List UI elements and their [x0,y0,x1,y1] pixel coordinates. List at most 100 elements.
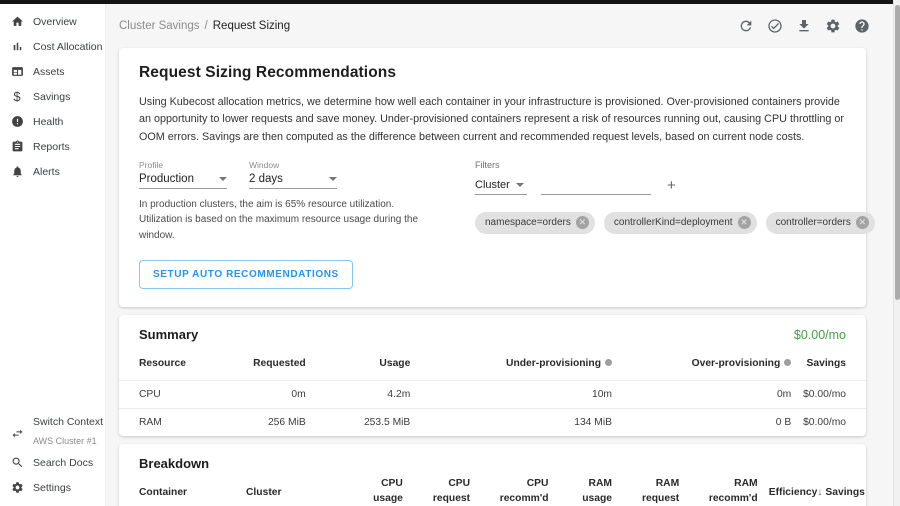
col-usage: Usage [306,346,411,380]
sidebar-item-label: Cost Allocation [33,41,102,53]
refresh-icon[interactable] [738,18,754,34]
chevron-down-icon [329,177,337,181]
topbar: Cluster Savings / Request Sizing [107,4,894,48]
chip-label: controllerKind=deployment [614,217,733,228]
clipboard-icon [10,140,24,154]
col-savings-sort[interactable]: ↓Savings [817,475,866,506]
sidebar-item-assets[interactable]: Assets [0,59,105,84]
settings-button[interactable]: Settings [0,475,105,500]
chevron-down-icon [219,177,227,181]
filter-type-select[interactable]: Cluster [475,179,527,195]
sidebar-item-label: Overview [33,16,77,28]
profile-select[interactable]: Production [139,173,227,189]
scrollbar-thumb[interactable] [895,5,900,300]
chip-delete-icon[interactable]: ✕ [738,216,751,229]
filter-chips: namespace=orders ✕ controllerKind=deploy… [475,212,875,234]
sidebar: Overview Cost Allocation Assets $ Saving… [0,4,106,506]
summary-header-row: Resource Requested Usage Under-provision… [119,346,866,380]
download-icon[interactable] [796,18,812,34]
current-cluster-label: AWS Cluster #1 [33,436,97,446]
add-filter-button[interactable]: + [665,178,678,195]
sidebar-item-label: Health [33,116,63,128]
setup-auto-recommendations-button[interactable]: SETUP AUTO RECOMMENDATIONS [139,260,353,289]
filter-chip[interactable]: controller=orders ✕ [766,212,875,234]
switch-context-button[interactable]: Switch Context AWS Cluster #1 [0,416,105,450]
request-sizing-card: Request Sizing Recommendations Using Kub… [119,48,866,307]
window-label: Window [249,160,337,170]
profile-select-value: Production [139,173,194,185]
filter-type-value: Cluster [475,179,510,191]
breakdown-table: Container Cluster CPUusage CPUrequest CP… [119,475,866,506]
col-cpu-request[interactable]: CPUrequest [403,475,470,506]
scrollbar[interactable] [893,0,900,506]
chip-delete-icon[interactable]: ✕ [856,216,869,229]
breadcrumb-parent[interactable]: Cluster Savings [119,20,200,32]
search-docs-button[interactable]: Search Docs [0,450,105,475]
col-resource: Resource [119,346,216,380]
sidebar-item-label: Reports [33,141,70,153]
breakdown-card: Breakdown Container Cluster CPUusage CPU… [119,444,866,506]
settings-label: Settings [33,482,71,494]
check-circle-icon[interactable] [767,18,783,34]
sidebar-footer: Switch Context AWS Cluster #1 Search Doc… [0,416,105,506]
switch-context-label: Switch Context [33,416,103,429]
col-ram-recommended[interactable]: RAMrecomm'd [679,475,757,506]
main-area: Cluster Savings / Request Sizing Request… [107,4,894,506]
window-select[interactable]: 2 days [249,173,337,189]
sidebar-item-health[interactable]: Health [0,109,105,134]
col-cpu-recommended[interactable]: CPUrecomm'd [470,475,548,506]
sidebar-item-label: Assets [33,66,65,78]
breakdown-header-row: Container Cluster CPUusage CPUrequest CP… [119,475,866,506]
col-savings: Savings [791,346,866,380]
col-cpu-usage[interactable]: CPUusage [343,475,403,506]
summary-row-cpu[interactable]: CPU 0m 4.2m 10m 0m $0.00/mo [119,380,866,408]
col-requested: Requested [216,346,306,380]
summary-total-savings: $0.00/mo [794,328,846,342]
chip-delete-icon[interactable]: ✕ [576,216,589,229]
search-icon [10,456,24,470]
breadcrumb-current: Request Sizing [213,20,290,32]
bar-chart-icon [10,40,24,54]
profile-helper-text: In production clusters, the aim is 65% r… [139,197,439,244]
sort-descending-icon: ↓ [817,487,822,498]
bell-icon [10,165,24,179]
breakdown-title: Breakdown [139,456,209,471]
summary-row-ram[interactable]: RAM 256 MiB 253.5 MiB 134 MiB 0 B $0.00/… [119,408,866,436]
assets-grid-icon [10,65,24,79]
col-ram-usage[interactable]: RAMusage [549,475,612,506]
sidebar-item-label: Alerts [33,166,60,178]
page-title: Request Sizing Recommendations [139,64,846,82]
home-icon [10,15,24,29]
breadcrumb: Cluster Savings / Request Sizing [119,20,290,32]
content: Request Sizing Recommendations Using Kub… [107,48,894,506]
sidebar-item-savings[interactable]: $ Savings [0,84,105,109]
topbar-actions [738,18,878,34]
summary-title: Summary [139,327,198,342]
gear-icon [10,481,24,495]
sidebar-item-reports[interactable]: Reports [0,134,105,159]
settings-gear-icon[interactable] [825,18,841,34]
info-icon[interactable] [605,359,612,366]
summary-table: Resource Requested Usage Under-provision… [119,346,866,436]
sidebar-item-cost-allocation[interactable]: Cost Allocation [0,34,105,59]
col-efficiency[interactable]: Efficiency [758,475,818,506]
sidebar-item-overview[interactable]: Overview [0,9,105,34]
summary-card: Summary $0.00/mo Resource Requested Usag… [119,315,866,436]
breadcrumb-separator: / [205,20,208,32]
col-under-provisioning: Under-provisioning [410,346,612,380]
help-icon[interactable] [854,18,870,34]
filter-chip[interactable]: controllerKind=deployment ✕ [604,212,757,234]
chevron-down-icon [516,183,524,187]
info-icon[interactable] [784,359,791,366]
dollar-icon: $ [10,90,24,104]
search-docs-label: Search Docs [33,457,93,469]
chip-label: controller=orders [776,217,851,228]
col-ram-request[interactable]: RAMrequest [612,475,679,506]
sidebar-nav-list: Overview Cost Allocation Assets $ Saving… [0,4,105,184]
swap-arrows-icon [10,426,24,440]
window-select-value: 2 days [249,173,283,185]
filter-value-input[interactable] [541,178,651,195]
sidebar-item-alerts[interactable]: Alerts [0,159,105,184]
page-description: Using Kubecost allocation metrics, we de… [139,94,846,146]
filter-chip[interactable]: namespace=orders ✕ [475,212,595,234]
